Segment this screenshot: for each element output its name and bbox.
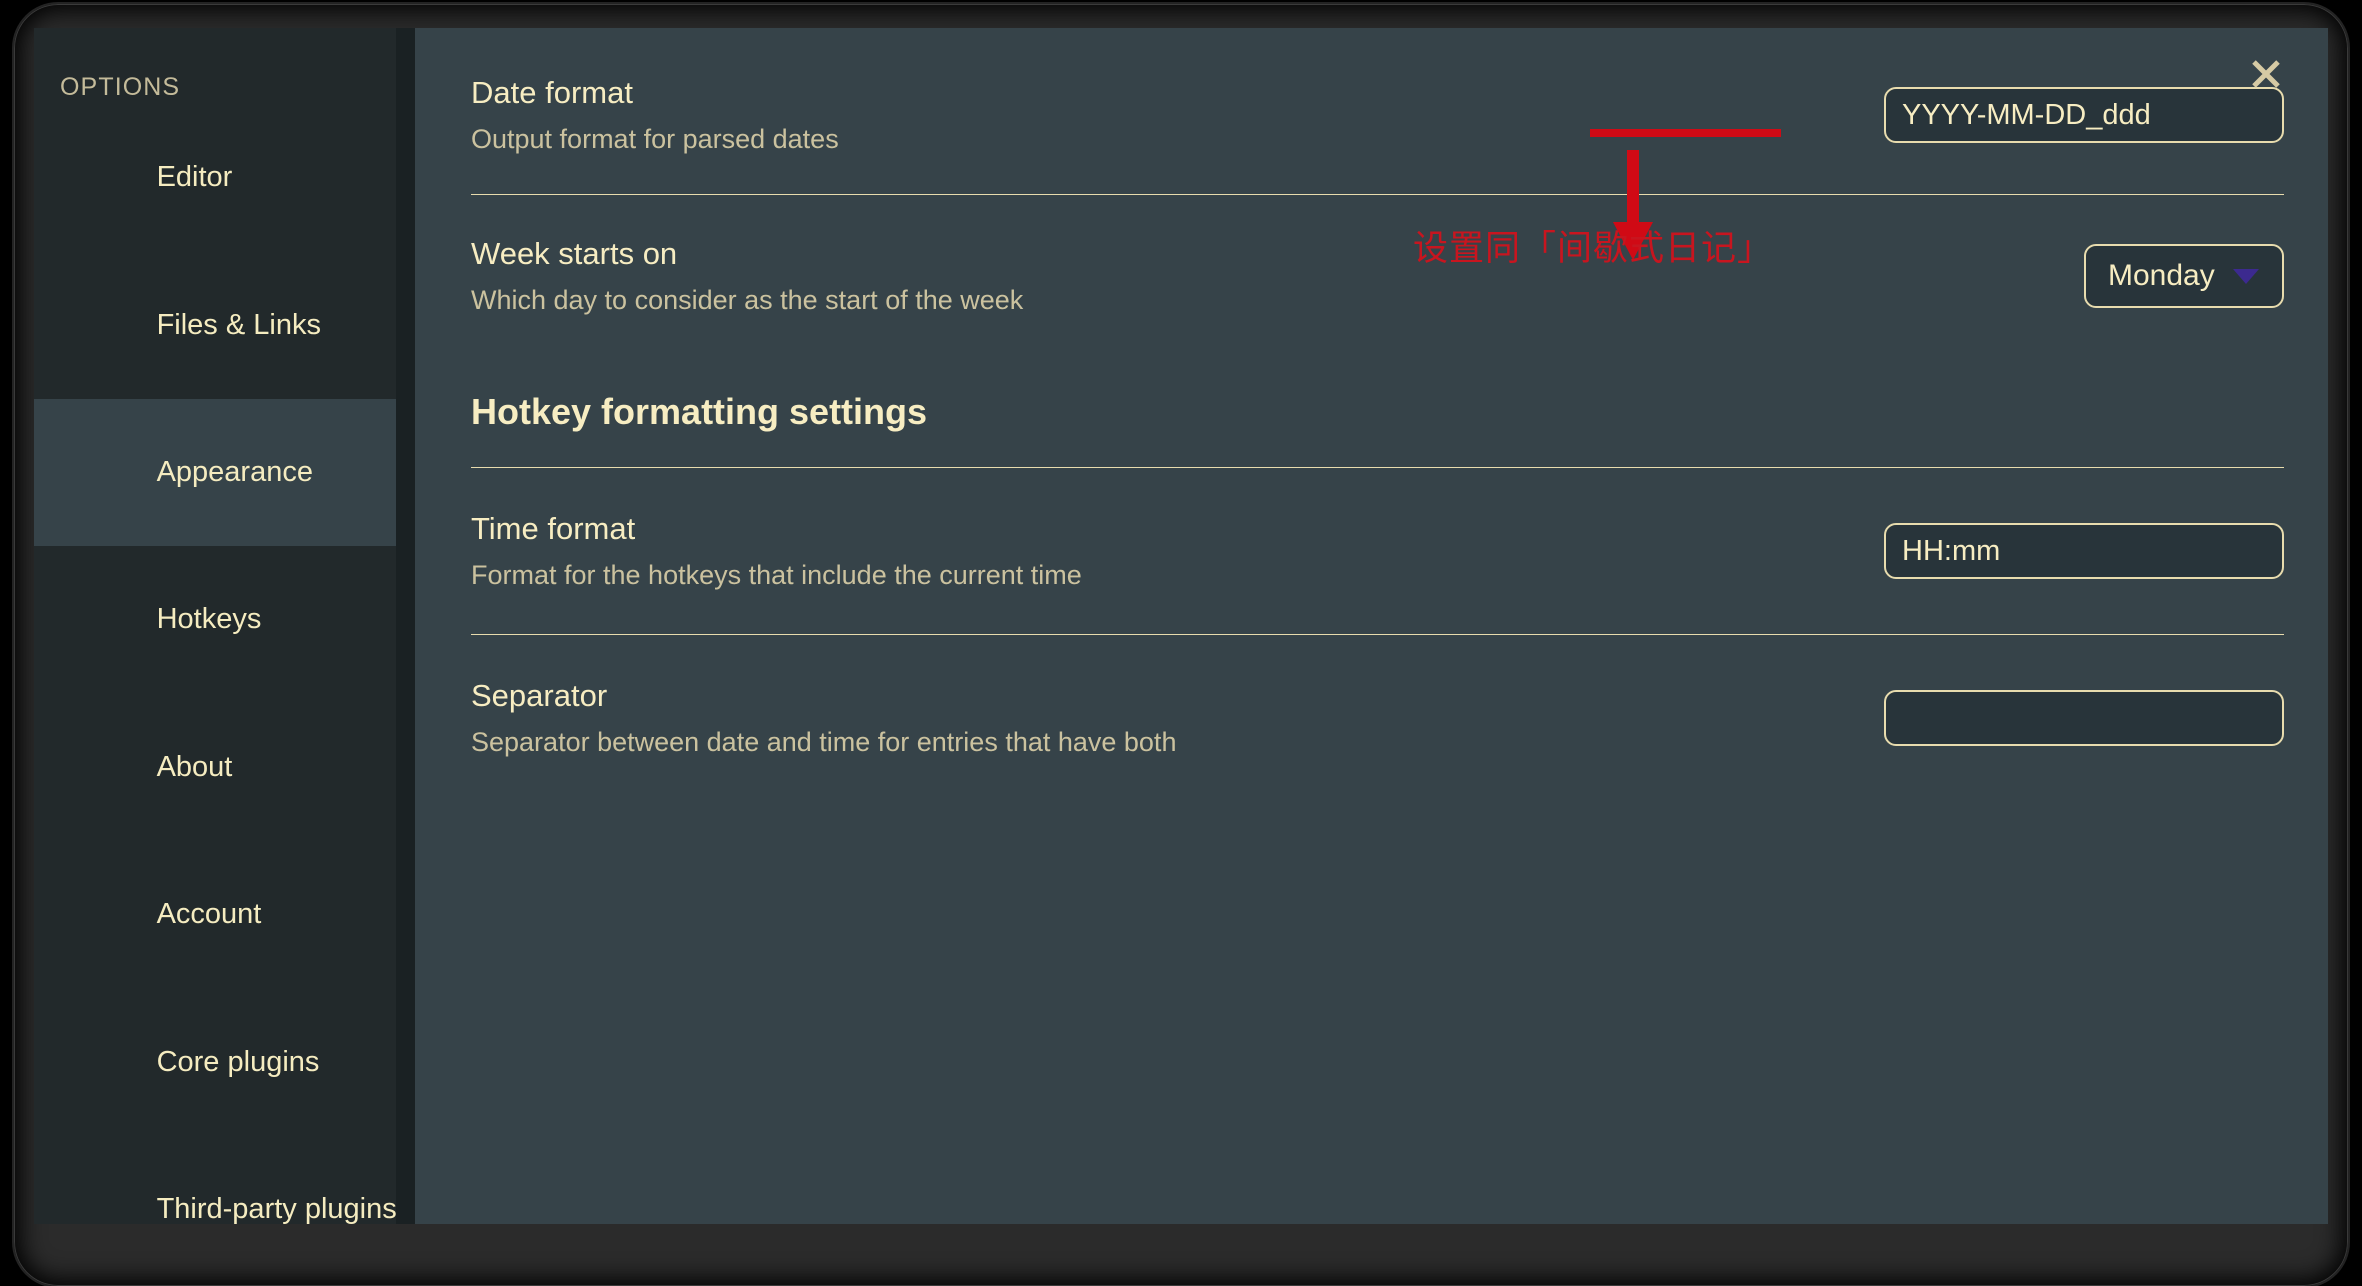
settings-content-panel: Date format Output format for parsed dat… (415, 28, 2328, 1224)
setting-info: Week starts on Which day to consider as … (471, 234, 1023, 318)
sidebar-item-account[interactable]: Account (34, 841, 415, 988)
sidebar-item-label: Third-party plugins (156, 1193, 397, 1224)
setting-description: Format for the hotkeys that include the … (471, 560, 1082, 591)
sidebar-item-third-party-plugins[interactable]: Third-party plugins (34, 1136, 415, 1224)
sidebar-scrollbar[interactable] (396, 28, 415, 1224)
desktop-background: OPTIONS Editor Files & Links Appearance … (0, 0, 2362, 1286)
date-format-input[interactable] (1884, 87, 2284, 143)
setting-row-date-format: Date format Output format for parsed dat… (471, 28, 2284, 195)
week-start-dropdown-value: Monday (2108, 259, 2215, 292)
settings-modal: OPTIONS Editor Files & Links Appearance … (34, 28, 2328, 1224)
setting-info: Time format Format for the hotkeys that … (471, 509, 1082, 593)
setting-title: Date format (471, 74, 633, 110)
sidebar-item-appearance[interactable]: Appearance (34, 398, 415, 547)
sidebar-item-editor[interactable]: Editor (34, 104, 415, 251)
week-start-dropdown[interactable]: Monday (2084, 244, 2284, 308)
sidebar-item-hotkeys[interactable]: Hotkeys (34, 546, 415, 693)
section-heading-hotkey-formatting: Hotkey formatting settings (471, 391, 928, 432)
setting-description: Output format for parsed dates (471, 124, 839, 155)
sidebar-item-label: Appearance (156, 455, 313, 488)
setting-title: Time format (471, 510, 636, 546)
setting-info: Date format Output format for parsed dat… (471, 73, 839, 157)
settings-sidebar[interactable]: OPTIONS Editor Files & Links Appearance … (34, 28, 415, 1224)
setting-description: Which day to consider as the start of th… (471, 285, 1024, 316)
setting-title: Week starts on (471, 235, 678, 271)
app-window-frame: OPTIONS Editor Files & Links Appearance … (14, 4, 2348, 1286)
sidebar-item-label: Editor (156, 161, 233, 194)
separator-input[interactable] (1884, 690, 2284, 746)
sidebar-item-label: Hotkeys (156, 603, 262, 636)
setting-row-separator: Separator Separator between date and tim… (471, 635, 2284, 797)
sidebar-item-files-and-links[interactable]: Files & Links (34, 251, 415, 398)
setting-row-week-starts-on: Week starts on Which day to consider as … (471, 195, 2284, 345)
chevron-down-icon (2232, 268, 2259, 284)
setting-info: Separator Separator between date and tim… (471, 676, 1176, 760)
setting-title: Separator (471, 677, 608, 713)
sidebar-item-core-plugins[interactable]: Core plugins (34, 989, 415, 1136)
close-icon[interactable] (2244, 52, 2288, 96)
setting-row-time-format: Time format Format for the hotkeys that … (471, 468, 2284, 635)
time-format-input[interactable] (1884, 523, 2284, 579)
sidebar-item-label: Files & Links (156, 308, 321, 341)
sidebar-item-label: About (156, 750, 233, 783)
sidebar-item-label: Core plugins (156, 1045, 320, 1078)
sidebar-group-title-options: OPTIONS (60, 73, 181, 101)
setting-description: Separator between date and time for entr… (471, 727, 1177, 758)
sidebar-item-label: Account (156, 898, 262, 931)
sidebar-item-about[interactable]: About (34, 694, 415, 841)
